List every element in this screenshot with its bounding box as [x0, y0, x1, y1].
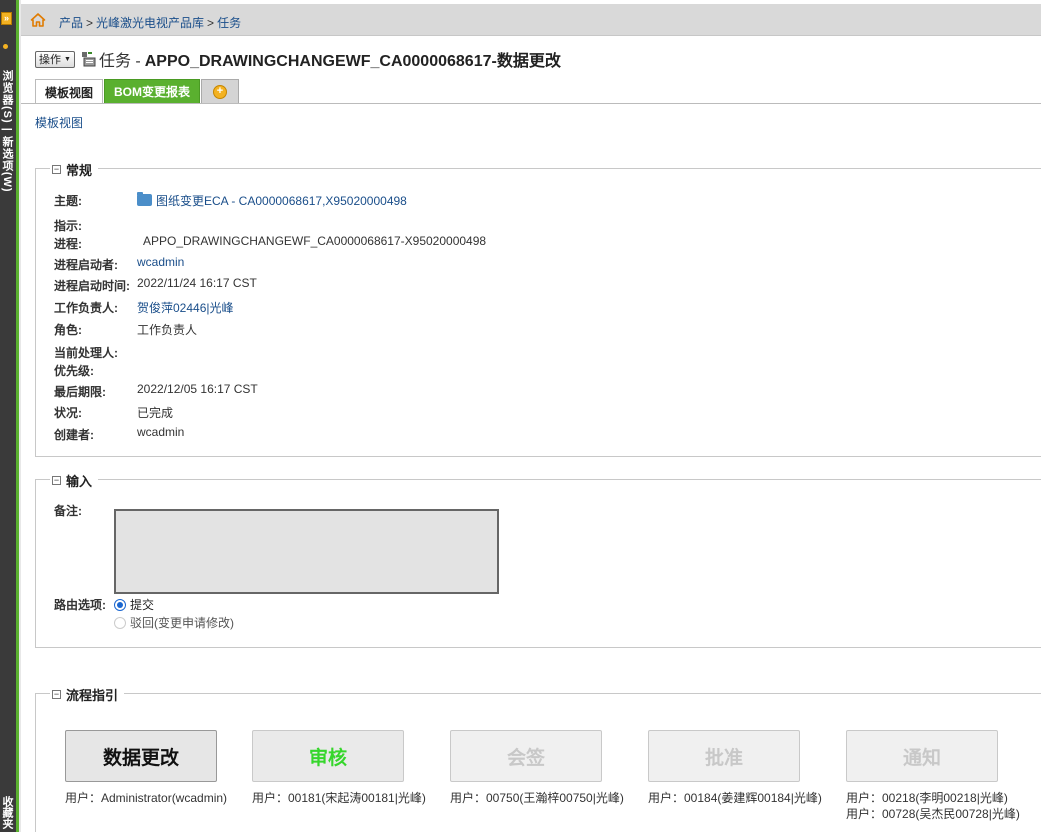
flow-step-user: 用户：00181(宋起涛00181|光峰)	[252, 791, 426, 805]
collapse-icon[interactable]: −	[52, 690, 61, 699]
field-value-deadline: 2022/12/05 16:17 CST	[137, 382, 258, 396]
flow-step-user: 用户：00750(王瀚梓00750|光峰)	[450, 791, 624, 805]
field-value-owner[interactable]: 贺俊萍02446|光峰	[137, 299, 234, 316]
breadcrumb: 产品 > 光峰激光电视产品库 > 任务	[59, 14, 241, 31]
flow-step-review[interactable]: 审核	[252, 730, 404, 782]
radio-selected-icon[interactable]	[114, 599, 126, 611]
general-section: − 常规 主题: 图纸变更ECA - CA0000068617,X9502000…	[35, 160, 1041, 457]
page-title-prefix: 任务 -	[98, 53, 141, 70]
flow-step-data-change[interactable]: 数据更改	[65, 730, 217, 782]
field-label-start-time: 进程启动时间:	[54, 279, 130, 293]
breadcrumb-item-product[interactable]: 产品	[59, 16, 83, 30]
flow-guide-section-title: 流程指引	[66, 688, 119, 703]
status-dot-icon	[3, 44, 8, 49]
flow-step-user: 用户：Administrator(wcadmin)	[65, 791, 228, 805]
field-label-deadline: 最后期限:	[54, 385, 106, 399]
flow-step-user: 用户：00184(姜建辉00184|光峰)	[648, 791, 822, 805]
field-label-subject: 主题:	[54, 194, 82, 208]
input-section: − 输入 备注: 路由选项: 提交 驳回(变更申请修改)	[35, 471, 1041, 648]
main-content: 产品 > 光峰激光电视产品库 > 任务 操作 ▼ 任务 - APPO_DRAWINGCH…	[21, 0, 1041, 832]
flow-step-countersign[interactable]: 会签	[450, 730, 602, 782]
field-label-current-handler: 当前处理人:	[54, 346, 118, 360]
actions-menu-label: 操作	[39, 54, 61, 66]
tab-bar: 模板视图 BOM变更报表 +	[35, 79, 240, 104]
field-label-process: 进程:	[54, 237, 82, 251]
page-title-row: 操作 ▼ 任务 - APPO_DRAWINGCHANGEWF_CA0000068…	[35, 48, 561, 70]
field-label-creator: 创建者:	[54, 428, 94, 442]
breadcrumb-item-library[interactable]: 光峰激光电视产品库	[96, 16, 204, 30]
collapse-icon[interactable]: −	[52, 476, 61, 485]
comment-label: 备注:	[54, 504, 82, 518]
input-section-title: 输入	[66, 474, 93, 489]
flow-step-user: 用户：00218(李明00218|光峰) 用户：00728(吴杰民00728|光…	[846, 790, 1020, 822]
general-section-header[interactable]: − 常规	[50, 160, 99, 179]
breadcrumb-separator: >	[86, 16, 94, 30]
comment-textarea[interactable]	[114, 509, 499, 594]
routing-option-reject[interactable]: 驳回(变更申请修改)	[114, 614, 234, 631]
flow-step-notify[interactable]: 通知	[846, 730, 998, 782]
folder-icon	[137, 192, 152, 206]
input-section-header[interactable]: − 输入	[50, 471, 99, 490]
field-label-priority: 优先级:	[54, 364, 94, 378]
radio-unselected-icon[interactable]	[114, 617, 126, 629]
field-value-process-initiator[interactable]: wcadmin	[137, 255, 184, 269]
field-label-owner: 工作负责人:	[54, 301, 118, 315]
routing-option-reject-label: 驳回(变更申请修改)	[130, 616, 234, 630]
field-value-role: 工作负责人	[137, 323, 198, 337]
field-value-start-time: 2022/11/24 16:17 CST	[137, 276, 257, 290]
routing-option-submit-label: 提交	[130, 598, 155, 612]
field-value-status: 已完成	[137, 406, 174, 420]
subject-link-text: 图纸变更ECA - CA0000068617,X95020000498	[156, 194, 407, 208]
actions-menu-button[interactable]: 操作 ▼	[35, 50, 75, 68]
home-icon[interactable]	[30, 12, 46, 28]
breadcrumb-separator: >	[207, 16, 215, 30]
field-label-status: 状况:	[54, 406, 82, 420]
add-tab-button[interactable]: +	[201, 79, 240, 103]
expand-icon[interactable]: »	[1, 12, 12, 25]
tab-divider	[21, 103, 1041, 104]
flow-step-user-line: 用户：00728(吴杰民00728|光峰)	[846, 807, 1020, 821]
field-label-instructions: 指示:	[54, 219, 82, 233]
breadcrumb-item-task[interactable]: 任务	[217, 16, 241, 30]
field-label-role: 角色:	[54, 323, 82, 337]
plus-icon: +	[213, 84, 228, 99]
rail-vertical-label[interactable]: 浏览器(S) | 新选项(W)	[1, 70, 13, 193]
rail-vertical-label-bottom[interactable]: 收藏夹	[1, 796, 13, 829]
collapse-icon[interactable]: −	[52, 165, 61, 174]
breadcrumb-bar: 产品 > 光峰激光电视产品库 > 任务	[21, 4, 1041, 36]
page-title: APPO_DRAWINGCHANGEWF_CA0000068617-数据更改	[144, 53, 561, 70]
template-view-link[interactable]: 模板视图	[35, 114, 83, 131]
tab-template-view[interactable]: 模板视图	[35, 79, 104, 104]
routing-options-label: 路由选项:	[54, 598, 106, 612]
routing-option-submit[interactable]: 提交	[114, 596, 154, 613]
task-icon	[81, 52, 96, 67]
flow-step-user-line: 用户：00218(李明00218|光峰)	[846, 791, 1008, 805]
field-value-subject[interactable]: 图纸变更ECA - CA0000068617,X95020000498	[137, 192, 407, 209]
field-value-process: APPO_DRAWINGCHANGEWF_CA0000068617-X95020…	[143, 234, 487, 248]
chevron-down-icon: ▼	[64, 55, 71, 63]
general-section-title: 常规	[66, 163, 93, 178]
browser-sidebar-rail: » 浏览器(S) | 新选项(W) 收藏夹	[0, 0, 16, 832]
field-label-process-initiator: 进程启动者:	[54, 258, 118, 272]
flow-step-approve[interactable]: 批准	[648, 730, 800, 782]
tab-bom-change-report[interactable]: BOM变更报表	[104, 79, 201, 103]
flow-guide-section-header[interactable]: − 流程指引	[50, 685, 125, 704]
field-value-creator: wcadmin	[137, 425, 185, 439]
